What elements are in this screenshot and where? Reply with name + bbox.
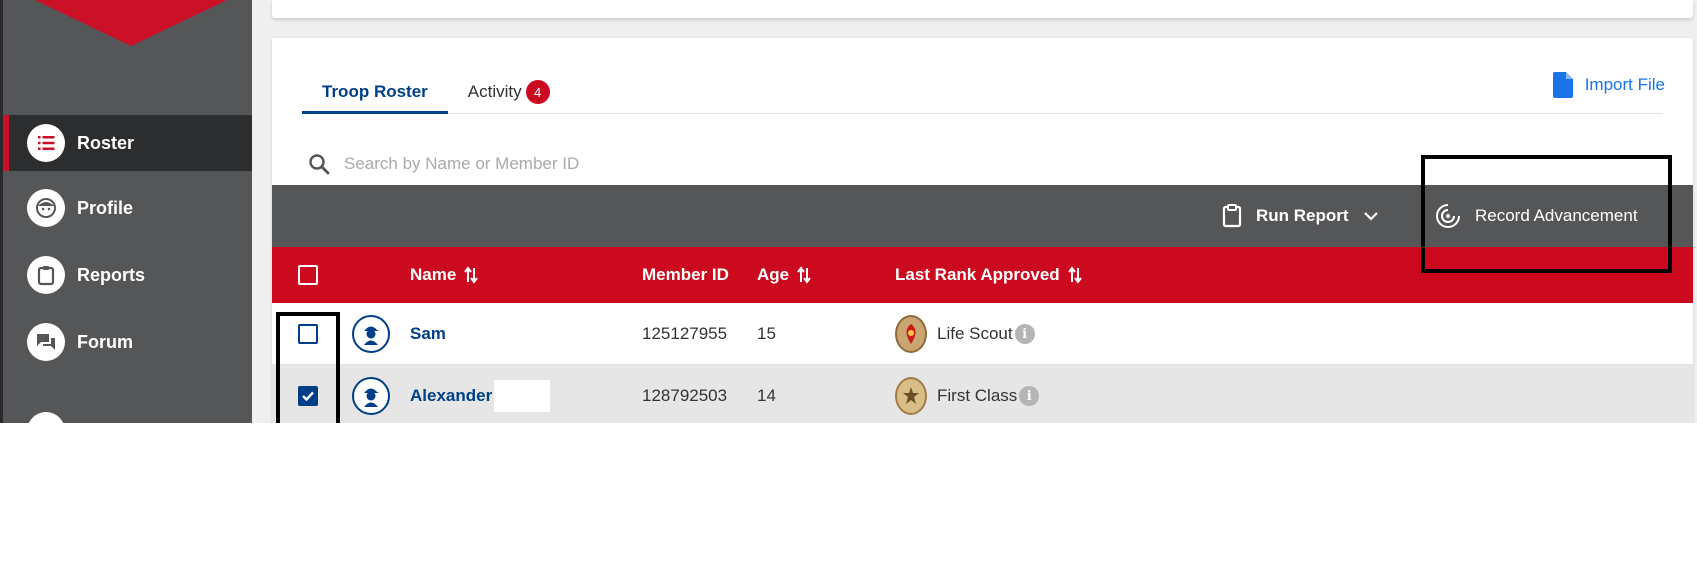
import-file-label: Import File: [1584, 75, 1665, 94]
action-toolbar: Run Report Record Advancement: [272, 185, 1693, 247]
info-icon[interactable]: i: [1019, 386, 1040, 406]
sort-icon: [1067, 266, 1082, 284]
column-header-member-id: Member ID: [642, 247, 729, 303]
rank-name: Life Scout: [937, 324, 1013, 343]
file-icon: [1552, 72, 1573, 98]
sidebar-item-reports[interactable]: Reports: [3, 247, 252, 303]
run-report-label: Run Report: [1256, 206, 1349, 225]
select-all-checkbox[interactable]: [298, 265, 318, 285]
tab-bar: Troop Roster Activity 4: [302, 78, 1663, 114]
tab-label: Activity: [467, 82, 522, 101]
member-age: 14: [757, 386, 776, 405]
app-viewport: Roster Profile Reports Forum Troop Roste…: [0, 0, 1697, 423]
row-checkbox[interactable]: [298, 386, 318, 406]
first-class-badge-icon: [895, 377, 927, 415]
tab-troop-roster[interactable]: Troop Roster: [302, 78, 448, 114]
sidebar-item-label: Reports: [77, 264, 146, 285]
import-file-button[interactable]: Import File: [1552, 72, 1665, 98]
brand-logo: [35, 0, 227, 46]
scout-avatar-icon: [352, 315, 390, 353]
target-icon: [1436, 204, 1460, 228]
column-label: Name: [410, 265, 457, 284]
record-advancement-button[interactable]: Record Advancement: [1435, 185, 1638, 247]
search-icon: [309, 154, 330, 175]
sidebar-item-label: Profile: [77, 197, 134, 218]
member-id: 128792503: [642, 386, 728, 405]
checkmark-icon: [302, 391, 314, 402]
life-scout-badge-icon: [895, 315, 927, 353]
sidebar-item-roster[interactable]: Roster: [3, 115, 252, 171]
column-label: Member ID: [642, 265, 729, 284]
chat-icon: [27, 323, 65, 361]
search-bar: [308, 146, 1308, 182]
clipboard-icon: [1222, 204, 1242, 228]
tab-label: Troop Roster: [322, 82, 428, 101]
record-advancement-label: Record Advancement: [1475, 206, 1638, 225]
column-label: Age: [757, 265, 790, 284]
sidebar-item-forum[interactable]: Forum: [3, 314, 252, 370]
sidebar-item-partial[interactable]: [27, 412, 65, 423]
top-card: [272, 0, 1693, 18]
sort-icon: [464, 266, 479, 284]
member-id: 125127955: [642, 324, 728, 343]
rank-name: First Class: [937, 386, 1018, 405]
column-header-name[interactable]: Name: [410, 247, 479, 303]
column-header-last-rank[interactable]: Last Rank Approved: [895, 247, 1082, 303]
select-all-cell: [298, 247, 318, 303]
sort-icon: [797, 266, 811, 284]
run-report-button[interactable]: Run Report: [1222, 185, 1379, 247]
sidebar-item-label: Forum: [77, 331, 133, 352]
table-row[interactable]: Alexander 128792503 14 First Class i: [272, 365, 1693, 423]
sidebar-item-profile[interactable]: Profile: [3, 180, 252, 236]
scout-avatar-icon: [352, 377, 390, 415]
info-icon[interactable]: i: [1014, 324, 1035, 344]
search-input[interactable]: [344, 154, 944, 174]
table-row[interactable]: Sam 125127955 15 Life Scout i: [272, 303, 1693, 365]
row-checkbox[interactable]: [298, 324, 318, 344]
list-icon: [27, 124, 65, 162]
member-name-link[interactable]: Alexander: [410, 386, 492, 406]
table-header: Name Member ID Age Last Rank Approved: [272, 247, 1693, 303]
chevron-down-icon: [1363, 212, 1378, 221]
redacted-surname: [494, 380, 551, 412]
column-label: Last Rank Approved: [895, 265, 1060, 284]
sidebar: Roster Profile Reports Forum: [0, 0, 252, 423]
member-name-link[interactable]: Sam: [410, 324, 446, 344]
clipboard-icon: [27, 256, 65, 294]
face-icon: [27, 189, 65, 227]
member-age: 15: [757, 324, 776, 343]
tab-activity[interactable]: Activity 4: [448, 78, 570, 114]
column-header-age[interactable]: Age: [757, 247, 811, 303]
sidebar-item-label: Roster: [77, 132, 135, 153]
roster-card: Troop Roster Activity 4 Import File Sear…: [272, 38, 1693, 423]
activity-count-badge: 4: [525, 80, 550, 104]
